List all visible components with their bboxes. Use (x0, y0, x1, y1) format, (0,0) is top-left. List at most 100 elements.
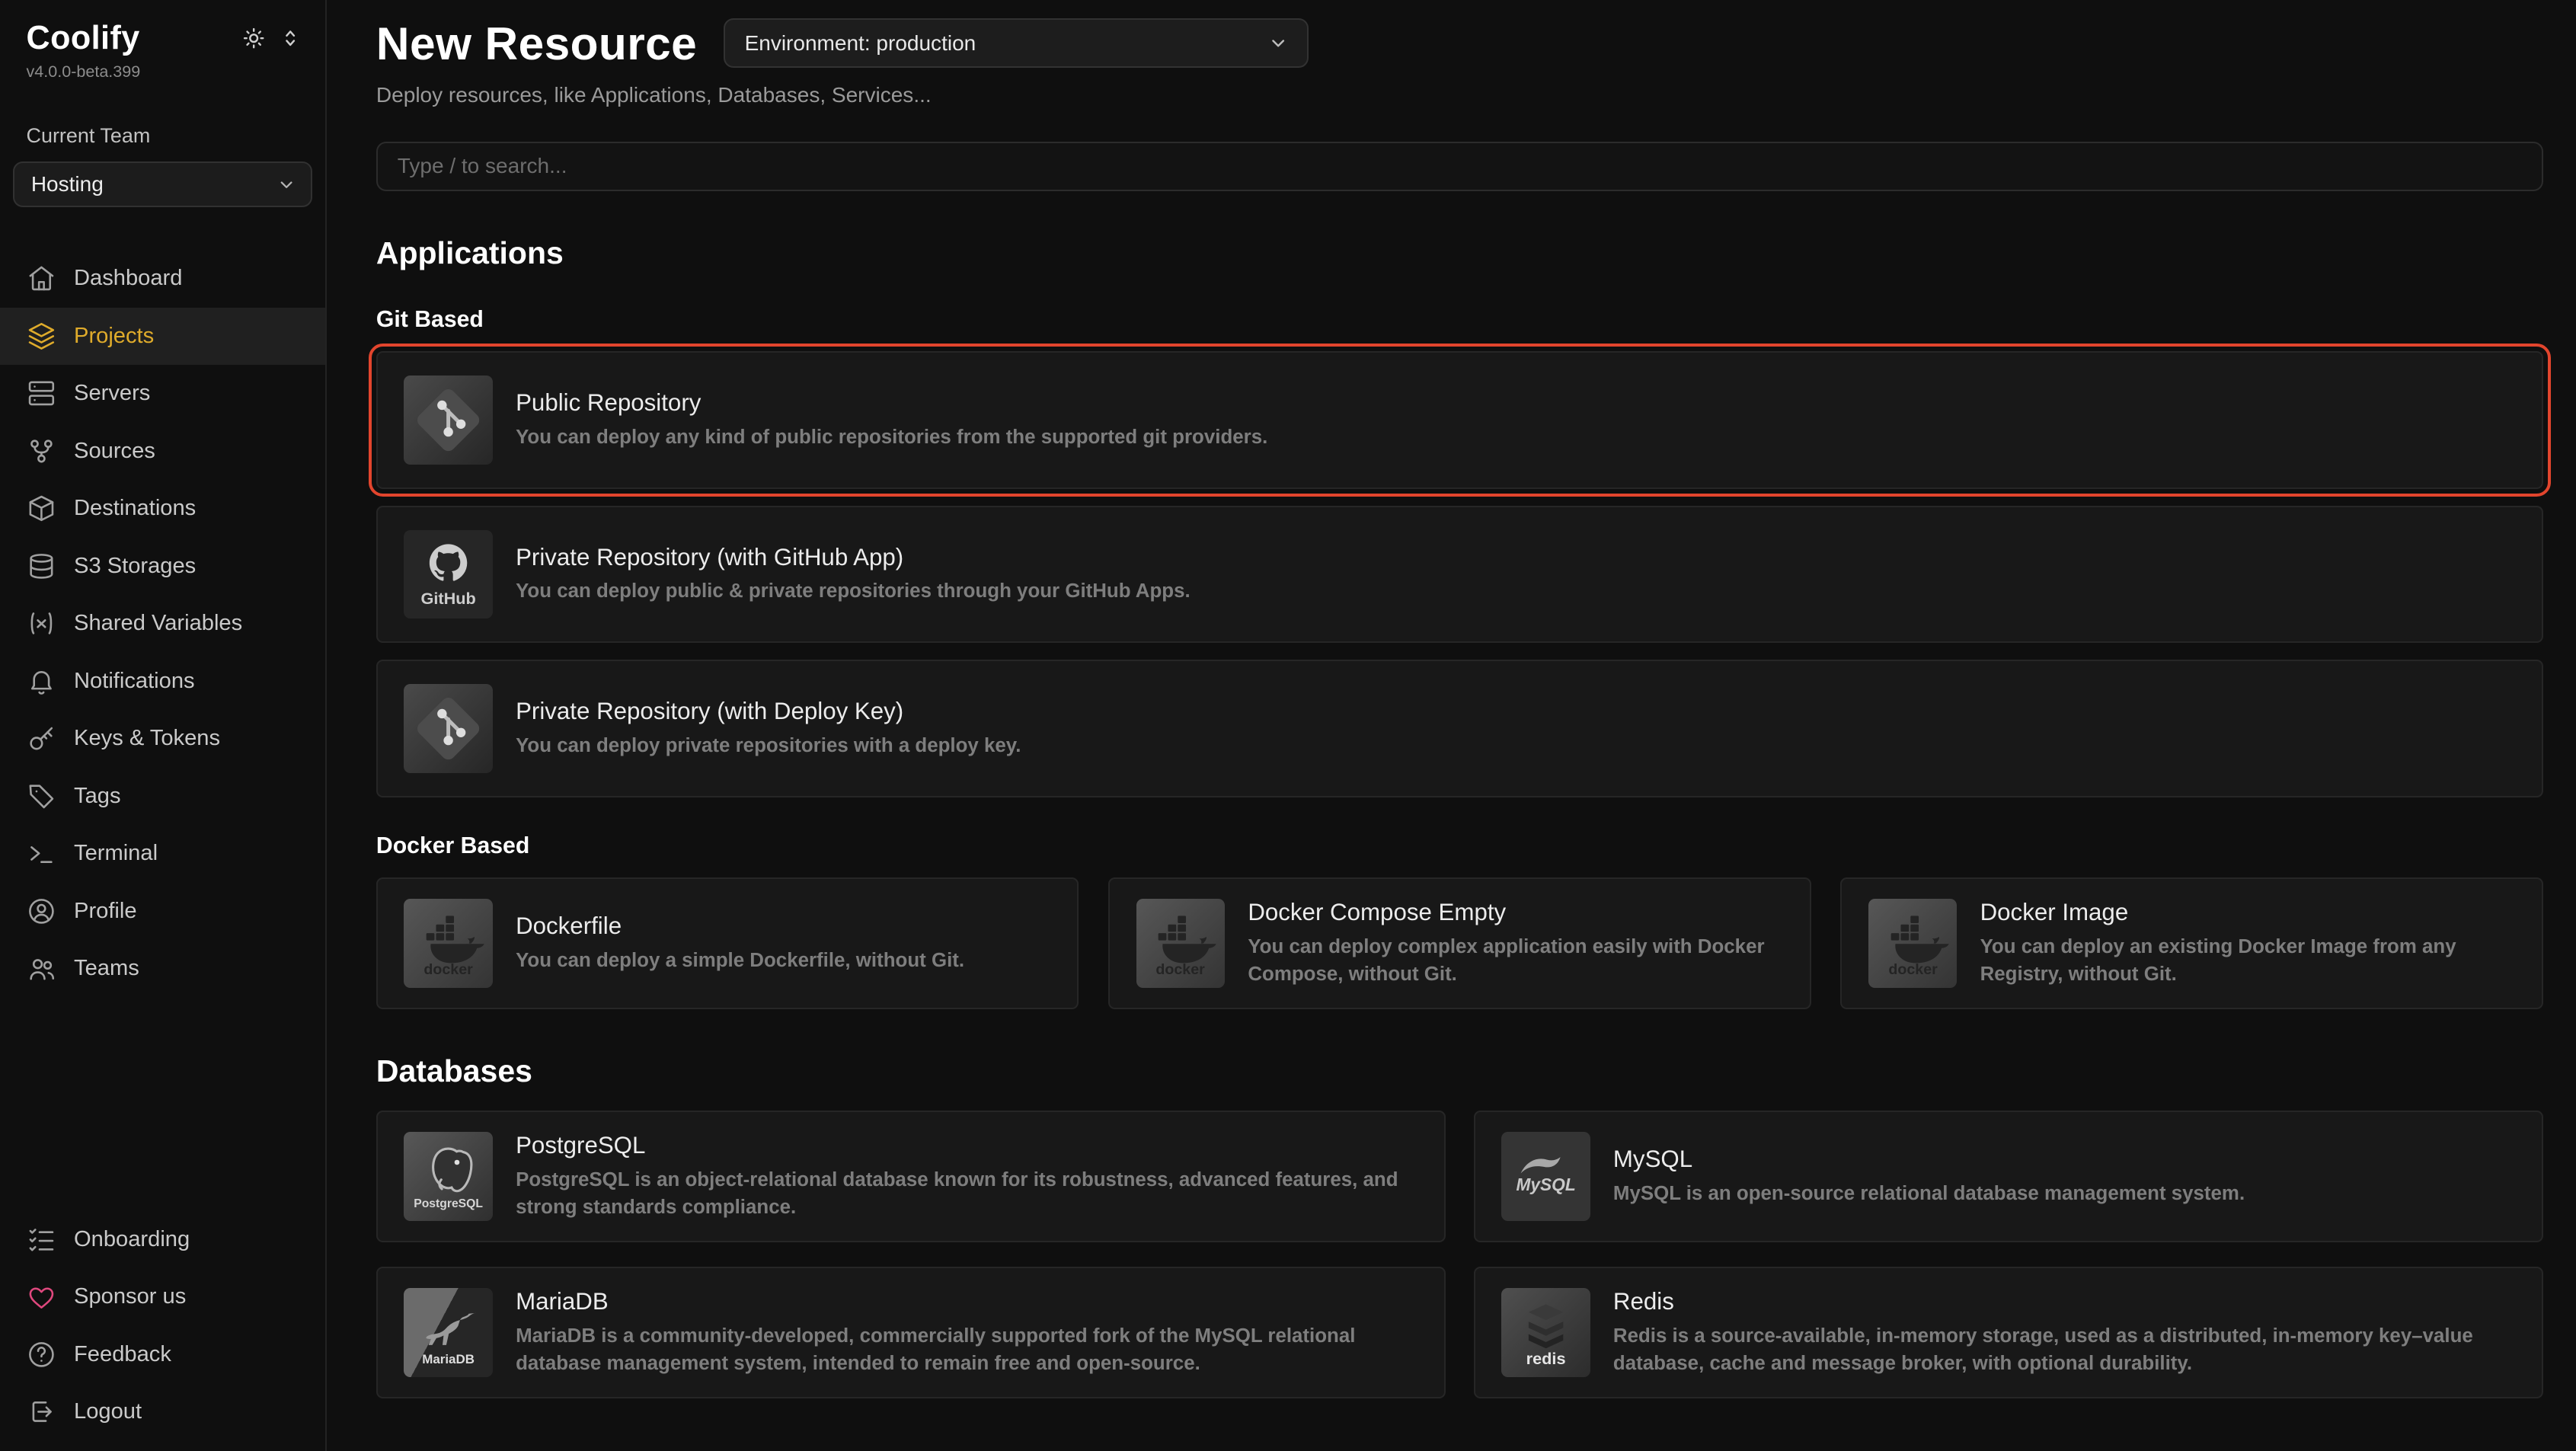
user-icon (27, 896, 56, 926)
svg-text:PostgreSQL: PostgreSQL (414, 1197, 483, 1210)
card-title: Docker Image (1980, 899, 2516, 926)
mariadb-icon: MariaDB (404, 1288, 492, 1376)
resource-card-mysql[interactable]: MySQL MySQL MySQL is an open-source rela… (1474, 1111, 2543, 1242)
card-title: Docker Compose Empty (1248, 899, 1783, 926)
sidebar-item-projects[interactable]: Projects (0, 308, 325, 365)
app-root: Coolify v4.0.0-beta.399 Current Team Hos… (0, 0, 2576, 1451)
sidebar-item-label: Profile (74, 899, 137, 924)
card-text: Docker Image You can deploy an existing … (1980, 899, 2516, 988)
sidebar-item-label: Logout (74, 1399, 142, 1424)
sidebar-item-label: Projects (74, 324, 154, 349)
sidebar-item-label: S3 Storages (74, 554, 196, 579)
heart-icon (27, 1282, 56, 1312)
card-title: MariaDB (516, 1288, 1418, 1315)
docker-based-cards: docker Dockerfile You can deploy a simpl… (376, 877, 2543, 1009)
brand-row: Coolify (0, 20, 325, 57)
sidebar-item-label: Notifications (74, 669, 195, 694)
resource-card-mariadb[interactable]: MariaDB MariaDB MariaDB is a community-d… (376, 1267, 1446, 1398)
card-description: MySQL is an open-source relational datab… (1613, 1180, 2245, 1207)
redis-icon: redis (1501, 1288, 1590, 1376)
svg-text:MariaDB: MariaDB (422, 1352, 475, 1366)
page-title: New Resource (376, 17, 697, 70)
sidebar-item-label: Tags (74, 784, 121, 809)
chevron-up-down-icon[interactable] (278, 26, 302, 50)
resource-card-docker-image[interactable]: docker Docker Image You can deploy an ex… (1840, 877, 2542, 1009)
git-icon (404, 684, 492, 772)
svg-text:docker: docker (1888, 961, 1938, 978)
tag-icon (27, 781, 56, 811)
svg-text:docker: docker (1156, 961, 1206, 978)
variable-icon (27, 609, 56, 638)
card-title: MySQL (1613, 1146, 2245, 1173)
search-input[interactable] (376, 142, 2543, 191)
sidebar-item-s3-storages[interactable]: S3 Storages (0, 538, 325, 595)
sidebar-item-terminal[interactable]: Terminal (0, 825, 325, 882)
resource-card-dockerfile[interactable]: docker Dockerfile You can deploy a simpl… (376, 877, 1079, 1009)
server-icon (27, 379, 56, 408)
card-description: PostgreSQL is an object-relational datab… (516, 1166, 1418, 1221)
page-subtitle: Deploy resources, like Applications, Dat… (376, 83, 2543, 107)
card-title: Redis (1613, 1288, 2516, 1315)
cube-icon (27, 494, 56, 523)
card-title: Public Repository (516, 389, 1267, 417)
environment-select[interactable]: Environment: production (724, 18, 1309, 68)
sidebar-item-profile[interactable]: Profile (0, 882, 325, 939)
key-icon (27, 724, 56, 753)
git-based-cards: Public Repository You can deploy any kin… (376, 351, 2543, 797)
team-select[interactable]: Hosting (13, 161, 312, 207)
card-description: You can deploy public & private reposito… (516, 577, 1191, 605)
sidebar-item-notifications[interactable]: Notifications (0, 653, 325, 710)
card-title: Private Repository (with GitHub App) (516, 544, 1191, 571)
card-text: PostgreSQL PostgreSQL is an object-relat… (516, 1132, 1418, 1221)
sidebar-item-onboarding[interactable]: Onboarding (0, 1211, 325, 1268)
section-databases-title: Databases (376, 1053, 2543, 1089)
sidebar-item-label: Destinations (74, 496, 196, 521)
sidebar-item-feedback[interactable]: Feedback (0, 1326, 325, 1383)
card-description: You can deploy an existing Docker Image … (1980, 933, 2516, 988)
card-description: You can deploy private repositories with… (516, 732, 1021, 759)
card-text: Private Repository (with Deploy Key) You… (516, 698, 1021, 759)
card-title: Private Repository (with Deploy Key) (516, 698, 1021, 725)
users-icon (27, 954, 56, 983)
sidebar-item-servers[interactable]: Servers (0, 365, 325, 422)
postgresql-icon: PostgreSQL (404, 1132, 492, 1220)
sidebar-item-sponsor-us[interactable]: Sponsor us (0, 1268, 325, 1325)
bell-icon (27, 666, 56, 696)
home-icon (27, 264, 56, 293)
sidebar-item-teams[interactable]: Teams (0, 940, 325, 997)
card-text: MySQL MySQL is an open-source relational… (1613, 1146, 2245, 1207)
database-cards: PostgreSQL PostgreSQL PostgreSQL is an o… (376, 1111, 2543, 1398)
sidebar-item-label: Sources (74, 439, 155, 464)
sidebar-item-label: Dashboard (74, 266, 182, 291)
sidebar-item-sources[interactable]: Sources (0, 423, 325, 480)
card-description: You can deploy a simple Dockerfile, with… (516, 947, 964, 974)
sidebar-item-label: Sponsor us (74, 1284, 186, 1309)
sidebar-item-dashboard[interactable]: Dashboard (0, 250, 325, 307)
app-version: v4.0.0-beta.399 (0, 57, 325, 81)
sidebar-item-shared-variables[interactable]: Shared Variables (0, 595, 325, 652)
sidebar-item-label: Shared Variables (74, 611, 242, 636)
database-icon (27, 551, 56, 581)
resource-card-docker-compose-empty[interactable]: docker Docker Compose Empty You can depl… (1108, 877, 1811, 1009)
chevron-down-icon (275, 173, 298, 196)
resource-card-public-repository[interactable]: Public Repository You can deploy any kin… (376, 351, 2543, 489)
layers-icon (27, 321, 56, 351)
resource-card-redis[interactable]: redis Redis Redis is a source-available,… (1474, 1267, 2543, 1398)
resource-card-postgresql[interactable]: PostgreSQL PostgreSQL PostgreSQL is an o… (376, 1111, 1446, 1242)
current-team-label: Current Team (0, 124, 325, 148)
sidebar-item-logout[interactable]: Logout (0, 1383, 325, 1440)
card-title: Dockerfile (516, 912, 964, 940)
git-icon (404, 376, 492, 464)
card-text: MariaDB MariaDB is a community-developed… (516, 1288, 1418, 1377)
card-text: Private Repository (with GitHub App) You… (516, 544, 1191, 606)
sidebar-item-keys-tokens[interactable]: Keys & Tokens (0, 710, 325, 767)
resource-card-private-repository-deploy-key[interactable]: Private Repository (with Deploy Key) You… (376, 660, 2543, 797)
resource-card-private-repository-github-app[interactable]: GitHub Private Repository (with GitHub A… (376, 506, 2543, 644)
theme-toggle-sun-icon[interactable] (241, 26, 266, 50)
sidebar-item-tags[interactable]: Tags (0, 768, 325, 825)
sidebar-item-destinations[interactable]: Destinations (0, 480, 325, 537)
logout-icon (27, 1397, 56, 1427)
sidebar: Coolify v4.0.0-beta.399 Current Team Hos… (0, 0, 327, 1451)
github-icon: GitHub (404, 530, 492, 618)
card-text: Public Repository You can deploy any kin… (516, 389, 1267, 451)
